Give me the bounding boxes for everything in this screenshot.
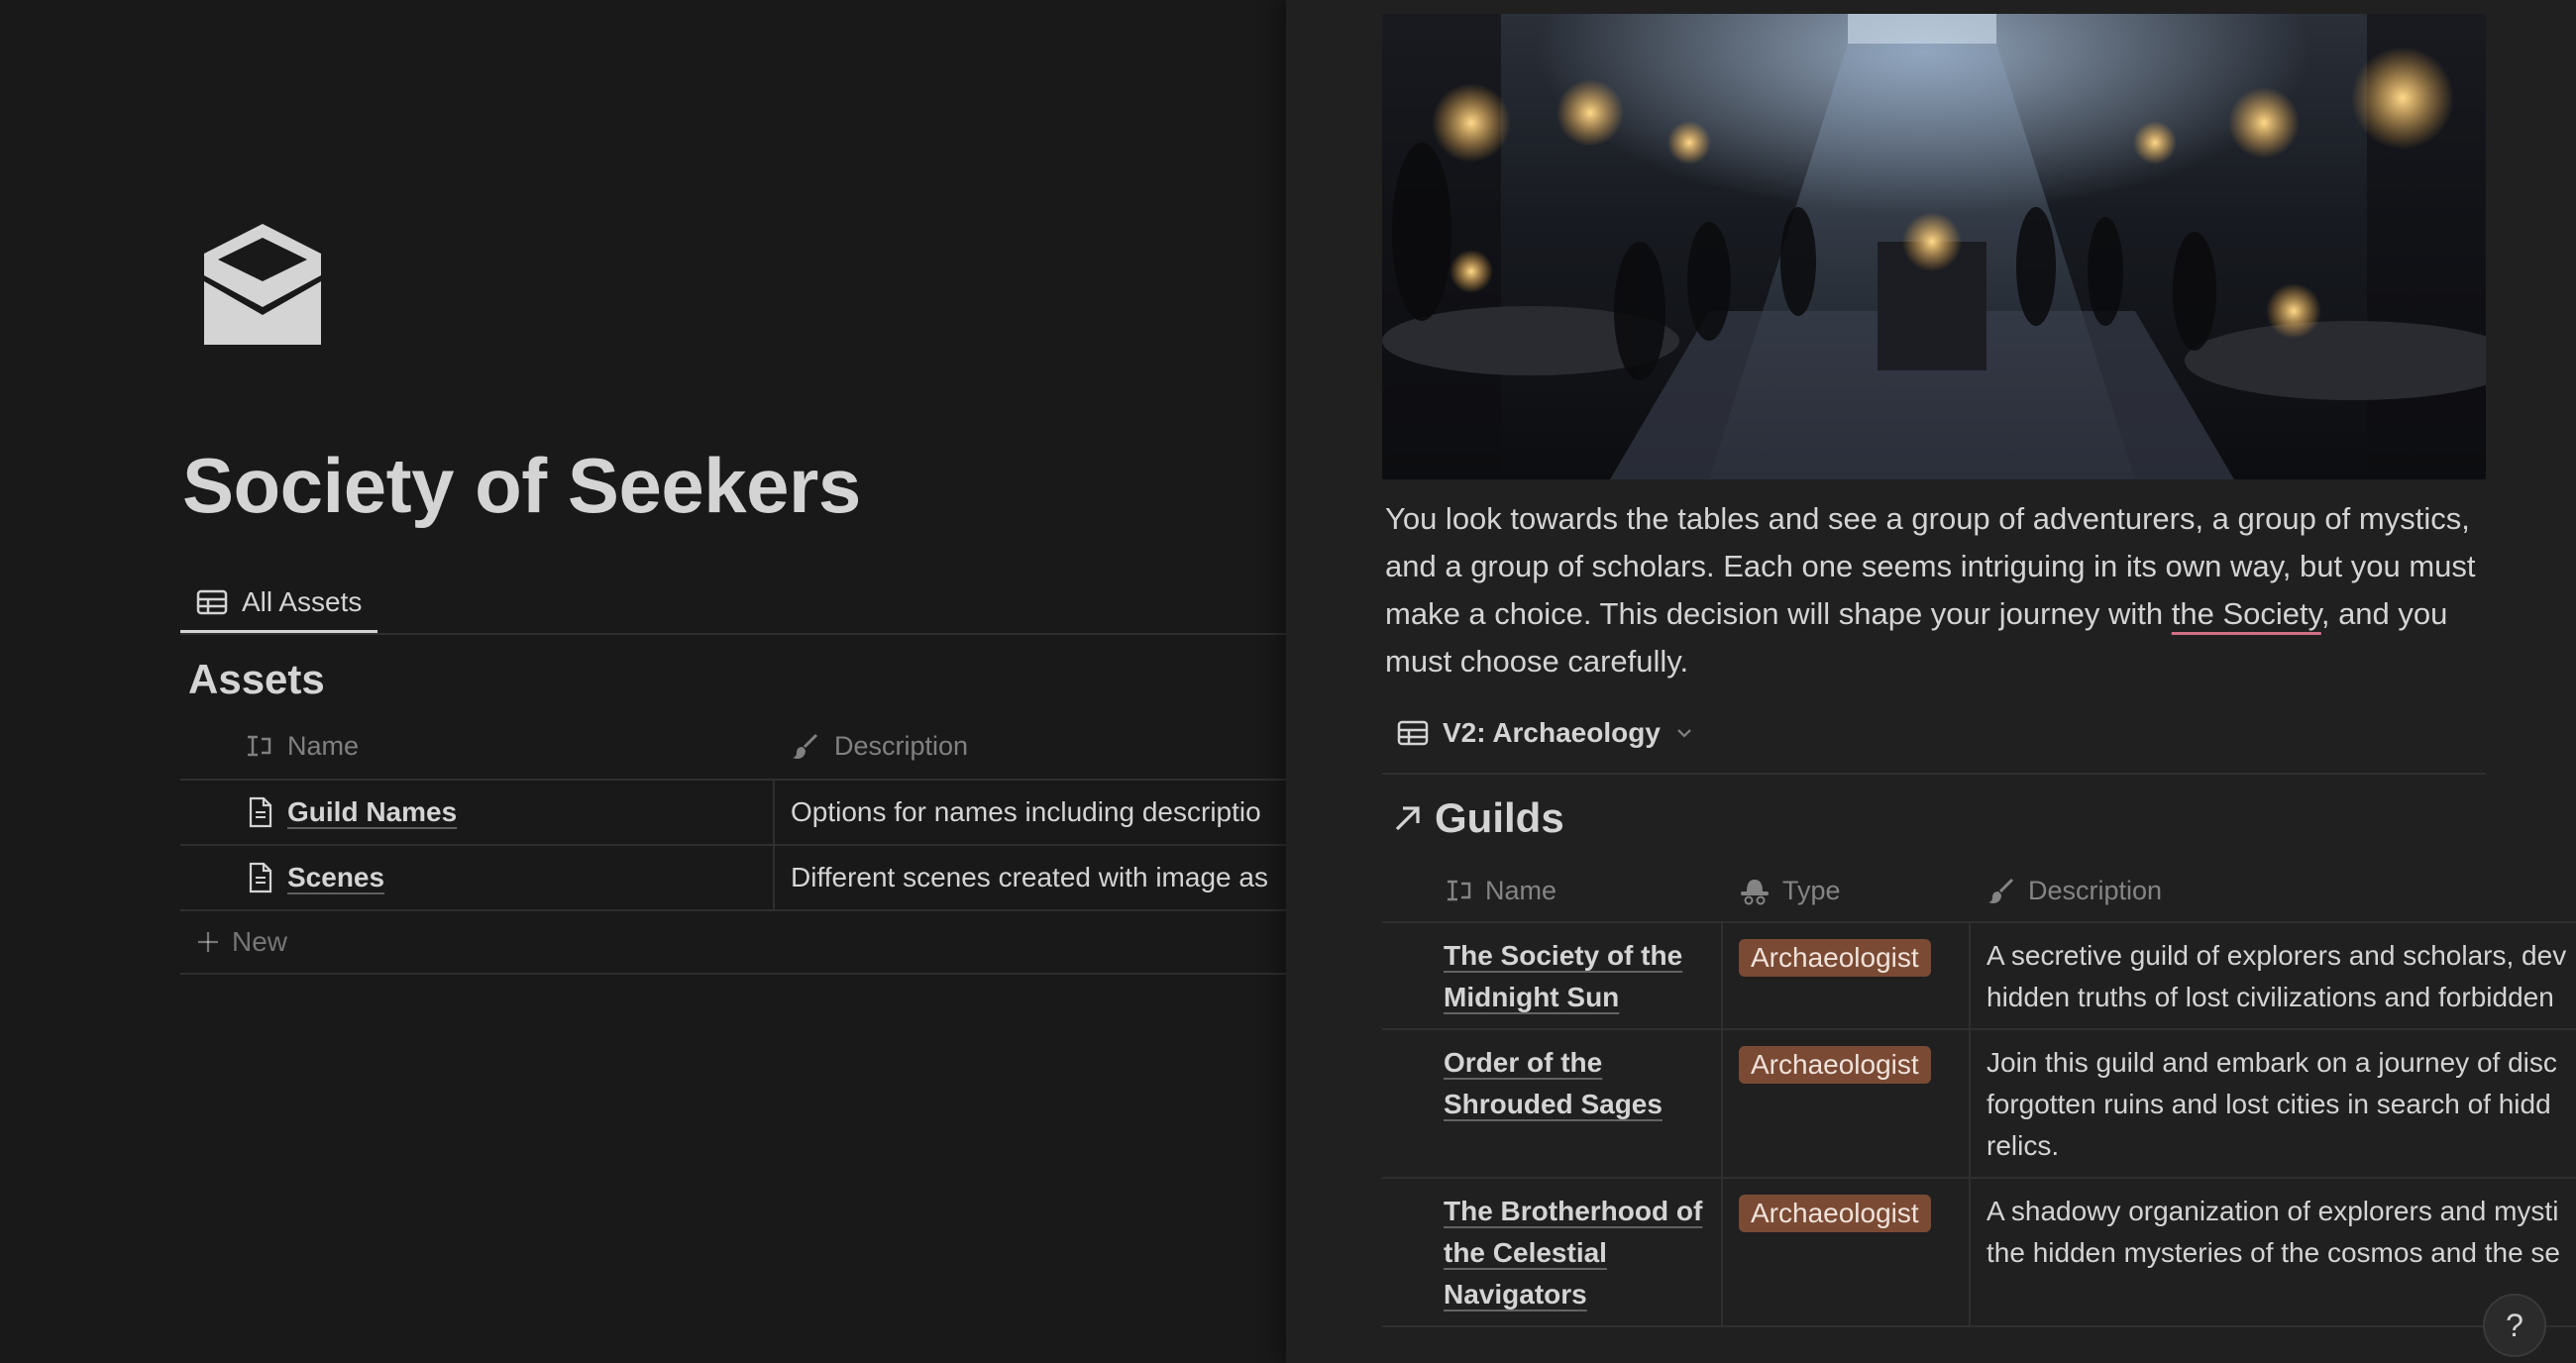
- type-cell[interactable]: Archaeologist: [1723, 1030, 1971, 1177]
- assets-table: Name Description Guild Names Options for…: [180, 713, 1286, 975]
- view-name: V2: Archaeology: [1443, 717, 1661, 748]
- table-row[interactable]: Scenes Different scenes created with ima…: [180, 846, 1286, 911]
- description-cell[interactable]: Different scenes created with image as: [775, 846, 1286, 909]
- table-icon: [196, 589, 228, 615]
- new-row-button[interactable]: New: [180, 911, 1286, 975]
- table-header: Name Description: [180, 713, 1286, 781]
- description-line: the hidden mysteries of the cosmos and t…: [1986, 1237, 2560, 1268]
- society-link[interactable]: the Society: [2172, 596, 2321, 631]
- story-paragraph: You look towards the tables and see a gr…: [1385, 495, 2487, 685]
- hat-icon: [1741, 880, 1769, 905]
- row-title[interactable]: Guild Names: [287, 796, 457, 828]
- divider: [180, 633, 1286, 635]
- guilds-title-text: Guilds: [1435, 794, 1564, 841]
- table-row[interactable]: Order of the Shrouded Sages Archaeologis…: [1382, 1030, 2576, 1179]
- name-cell[interactable]: Guild Names: [180, 781, 775, 844]
- tab-label: All Assets: [242, 586, 363, 617]
- linked-database-title[interactable]: Guilds: [1391, 794, 1564, 842]
- column-label: Name: [1485, 875, 1557, 905]
- paintbrush-icon: [793, 733, 818, 759]
- column-label: Type: [1782, 875, 1841, 905]
- type-tag: Archaeologist: [1739, 1195, 1931, 1232]
- page-title[interactable]: Society of Seekers: [182, 441, 861, 531]
- type-cell[interactable]: Archaeologist: [1723, 923, 1971, 1028]
- ballroom-scene-image: [1382, 14, 2486, 479]
- name-cell[interactable]: The Society of the Midnight Sun: [1382, 923, 1723, 1028]
- column-header-name[interactable]: Name: [180, 713, 775, 779]
- view-selector[interactable]: V2: Archaeology: [1397, 717, 1694, 749]
- description-line: relics.: [1986, 1130, 2060, 1161]
- description-cell[interactable]: Join this guild and embark on a journey …: [1971, 1030, 2576, 1177]
- app-root: Society of Seekers All Assets Assets Nam…: [0, 0, 2576, 1363]
- page-icon: [249, 796, 272, 828]
- description-line: forgotten ruins and lost cities in searc…: [1986, 1089, 2551, 1119]
- guild-name[interactable]: Order of the Shrouded Sages: [1444, 1042, 1681, 1125]
- arrow-up-right-icon: [1395, 806, 1420, 831]
- description-cell[interactable]: A shadowy organization of explorers and …: [1971, 1179, 2576, 1325]
- table-header: Name Type Description: [1382, 860, 2576, 923]
- column-header-description[interactable]: Description: [775, 713, 1286, 779]
- divider: [1382, 773, 2486, 775]
- plus-icon: [198, 932, 218, 952]
- type-tag: Archaeologist: [1739, 1046, 1931, 1084]
- description-line: Join this guild and embark on a journey …: [1986, 1047, 2557, 1078]
- chevron-down-icon: [1677, 729, 1691, 738]
- guild-name[interactable]: The Society of the Midnight Sun: [1444, 935, 1711, 1018]
- table-icon: [1397, 720, 1429, 746]
- table-row[interactable]: The Society of the Midnight Sun Archaeol…: [1382, 923, 2576, 1030]
- row-title[interactable]: Scenes: [287, 862, 384, 893]
- column-label: Name: [287, 730, 360, 761]
- description-cell[interactable]: A secretive guild of explorers and schol…: [1971, 923, 2576, 1028]
- name-cell[interactable]: Scenes: [180, 846, 775, 909]
- name-cell[interactable]: The Brotherhood of the Celestial Navigat…: [1382, 1179, 1723, 1325]
- column-header-type[interactable]: Type: [1723, 860, 1971, 921]
- peek-panel: You look towards the tables and see a gr…: [1286, 0, 2576, 1363]
- database-title[interactable]: Assets: [188, 656, 325, 703]
- column-header-description[interactable]: Description: [1971, 860, 2576, 921]
- column-header-name[interactable]: Name: [1382, 860, 1723, 921]
- description-line: hidden truths of lost civilizations and …: [1986, 982, 2554, 1012]
- main-page: Society of Seekers All Assets Assets Nam…: [0, 0, 1286, 1363]
- page-icon: [249, 862, 272, 893]
- table-row[interactable]: Guild Names Options for names including …: [180, 781, 1286, 846]
- description-cell[interactable]: Options for names including descriptio: [775, 781, 1286, 844]
- description-line: A secretive guild of explorers and schol…: [1986, 940, 2567, 971]
- type-tag: Archaeologist: [1739, 939, 1931, 977]
- new-label: New: [232, 926, 288, 957]
- table-row[interactable]: The Brotherhood of the Celestial Navigat…: [1382, 1179, 2576, 1327]
- type-cell[interactable]: Archaeologist: [1723, 1179, 1971, 1325]
- column-label: Description: [2028, 875, 2163, 905]
- help-button[interactable]: ?: [2483, 1294, 2546, 1357]
- envelope-open-icon[interactable]: [198, 220, 327, 349]
- row-description: Different scenes created with image as: [791, 862, 1268, 892]
- guilds-table: Name Type Description The Society of the…: [1382, 860, 2576, 1327]
- name-cell[interactable]: Order of the Shrouded Sages: [1382, 1030, 1723, 1177]
- row-description: Options for names including descriptio: [791, 796, 1261, 827]
- paintbrush-icon: [1988, 878, 2014, 903]
- guild-name[interactable]: The Brotherhood of the Celestial Navigat…: [1444, 1191, 1711, 1315]
- description-line: A shadowy organization of explorers and …: [1986, 1196, 2559, 1226]
- text-property-icon: [1448, 880, 1471, 901]
- column-label: Description: [834, 730, 969, 761]
- tab-all-assets[interactable]: All Assets: [180, 575, 378, 634]
- text-property-icon: [248, 735, 271, 757]
